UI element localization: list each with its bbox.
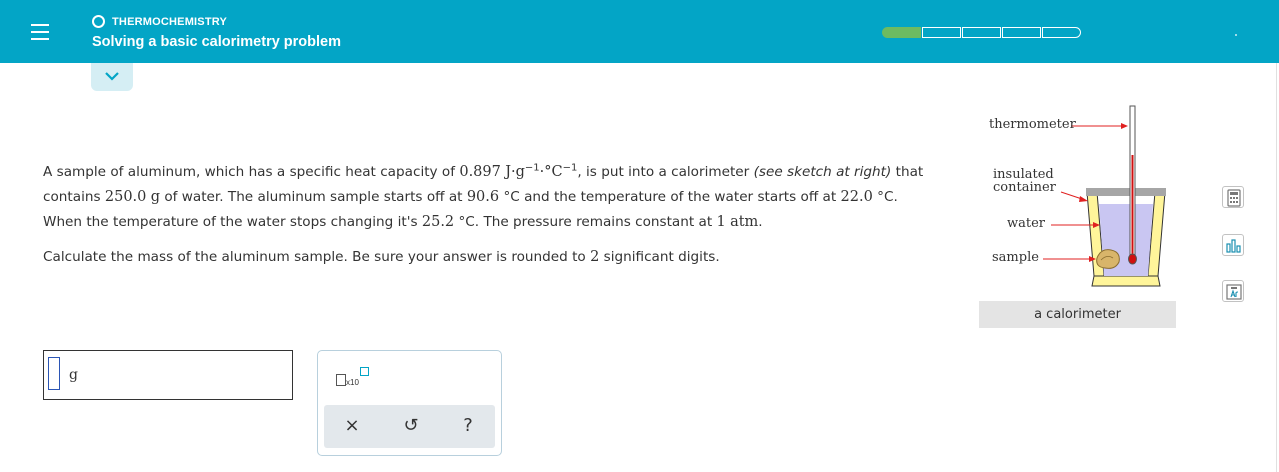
water-mass-value: 250.0: [104, 189, 147, 205]
scientific-notation-button[interactable]: x10: [336, 365, 376, 389]
data-chart-button[interactable]: [1222, 234, 1244, 256]
text: of water. The aluminum sample starts off…: [160, 189, 467, 205]
topic-label: THERMOCHEMISTRY: [112, 15, 228, 28]
text: When the temperature of the water stops …: [43, 214, 422, 230]
calculator-button[interactable]: [1222, 186, 1244, 208]
unit: ·°C: [539, 164, 563, 180]
answer-input[interactable]: g: [43, 350, 293, 400]
calculator-icon: [1227, 189, 1241, 207]
sketch-reference: (see sketch at right): [753, 164, 892, 180]
exponent: −1: [562, 162, 578, 174]
page-title: Solving a basic calorimetry problem: [92, 34, 341, 50]
unit: °C: [458, 214, 475, 230]
question-line-3: When the temperature of the water stops …: [43, 210, 973, 235]
label-line: container: [993, 180, 1056, 195]
unit: atm: [730, 214, 759, 230]
water-temp-value: 22.0: [840, 189, 873, 205]
progress-bar: [882, 27, 1082, 38]
progress-segment: [882, 27, 921, 38]
text: , is put into a calorimeter: [577, 164, 754, 180]
chevron-down-icon: [105, 72, 119, 81]
figure-caption: a calorimeter: [979, 301, 1176, 328]
instruction-text: Calculate the mass of the aluminum sampl…: [43, 249, 720, 265]
unit: °C: [877, 189, 894, 205]
question-text: A sample of aluminum, which has a specif…: [43, 160, 973, 235]
text: .: [758, 214, 763, 230]
undo-button[interactable]: ↺: [399, 415, 423, 436]
sample-label: sample: [992, 250, 1039, 265]
text: that: [891, 164, 924, 180]
sample-temp-value: 90.6: [466, 189, 500, 205]
box-icon: [336, 374, 346, 386]
answer-unit: g: [69, 367, 78, 383]
x10-label: x10: [346, 378, 359, 387]
top-header: THERMOCHEMISTRY Solving a basic calorime…: [0, 0, 1279, 63]
collapse-toggle-button[interactable]: [91, 63, 133, 91]
unit: °C: [503, 189, 520, 205]
periodic-table-button[interactable]: [1222, 280, 1244, 302]
text: and the temperature of the water starts …: [519, 189, 841, 205]
answer-value-slot[interactable]: [48, 357, 60, 390]
text: A sample of aluminum, which has a specif…: [43, 164, 460, 180]
water-label: water: [1007, 216, 1046, 231]
final-temp-value: 25.2: [421, 214, 455, 230]
thermometer-label: thermometer: [989, 117, 1076, 132]
text: . The pressure remains constant at: [474, 214, 717, 230]
progress-segment: [1002, 27, 1041, 38]
text: Calculate the mass of the aluminum sampl…: [43, 249, 591, 265]
text: contains: [43, 189, 105, 205]
answer-toolbar: × ↺ ?: [324, 405, 495, 448]
topic-heading: THERMOCHEMISTRY: [92, 15, 227, 28]
help-button[interactable]: ?: [456, 415, 480, 436]
progress-segment: [922, 27, 961, 38]
pressure-value: 1: [716, 214, 726, 230]
header-dot: [1235, 34, 1237, 36]
circle-icon: [92, 15, 105, 28]
clear-button[interactable]: ×: [340, 415, 364, 436]
progress-segment: [1042, 27, 1081, 38]
text: .: [893, 189, 898, 205]
insulated-container-label: insulated container: [993, 168, 1056, 194]
specific-heat-value: 0.897: [459, 164, 501, 180]
progress-segment: [962, 27, 1001, 38]
unit: J·g: [505, 164, 525, 180]
math-tools-panel: x10 × ↺ ?: [317, 350, 502, 456]
text: significant digits.: [599, 249, 720, 265]
question-line-2: contains 250.0 g of water. The aluminum …: [43, 185, 973, 210]
periodic-table-icon: [1226, 284, 1242, 300]
sig-digits-value: 2: [590, 249, 600, 265]
exponent: −1: [524, 162, 540, 174]
bar-chart-icon: [1226, 239, 1241, 253]
exponent-box-icon: [360, 367, 369, 376]
menu-icon[interactable]: [31, 24, 49, 40]
calorimeter-figure: thermometer insulated container water sa…: [979, 100, 1176, 330]
divider: [1276, 63, 1277, 472]
question-line-1: A sample of aluminum, which has a specif…: [43, 160, 973, 185]
unit: g: [150, 189, 161, 205]
